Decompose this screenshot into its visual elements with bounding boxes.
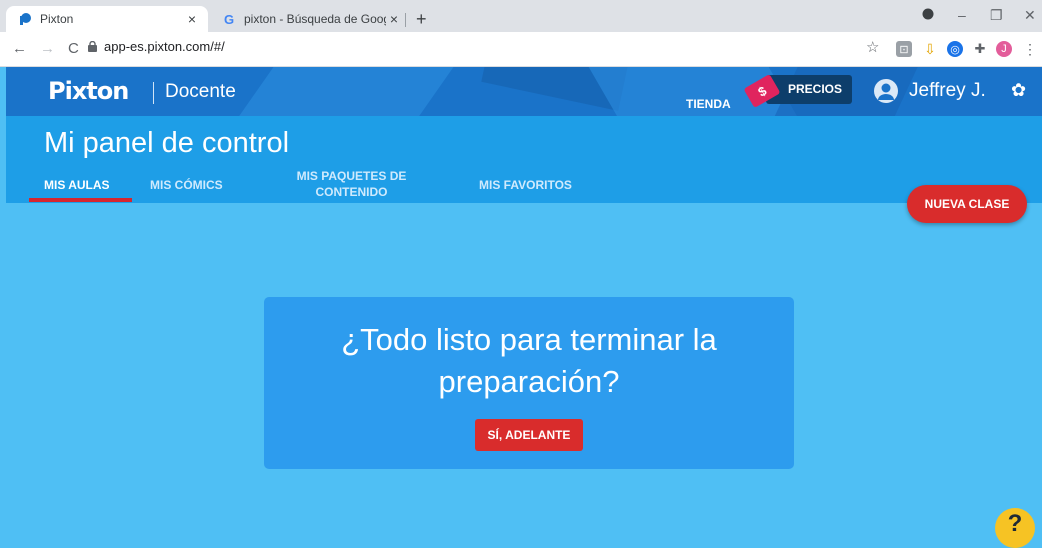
gear-icon[interactable]: ✿ bbox=[1011, 80, 1026, 101]
tab-mis-aulas[interactable]: MIS AULAS bbox=[44, 178, 110, 192]
profile-avatar[interactable]: J bbox=[996, 41, 1012, 57]
download-extension-icon[interactable]: ⇩ bbox=[922, 41, 938, 57]
back-button[interactable]: ← bbox=[12, 40, 27, 57]
help-button[interactable]: ? bbox=[995, 508, 1035, 548]
minimize-button[interactable]: – bbox=[958, 7, 966, 23]
dashboard-header: Mi panel de control MIS AULAS MIS CÓMICS… bbox=[6, 116, 1042, 203]
extension-icon[interactable]: ◎ bbox=[947, 41, 963, 57]
close-window-button[interactable]: ✕ bbox=[1024, 7, 1036, 24]
tab-close-icon[interactable]: × bbox=[386, 11, 402, 27]
lock-icon[interactable] bbox=[88, 40, 97, 55]
user-name[interactable]: Jeffrey J. bbox=[909, 80, 986, 102]
browser-menu-icon[interactable]: ⋮ bbox=[1022, 41, 1038, 57]
setup-heading: ¿Todo listo para terminar la preparación… bbox=[341, 322, 717, 399]
role-label: Docente bbox=[165, 81, 236, 102]
browser-toolbar: ← → C app-es.pixton.com/#/ ☆ ⊡ ⇩ ◎ ✚ J ⋮ bbox=[0, 32, 1042, 67]
setup-prompt-card: ¿Todo listo para terminar la preparación… bbox=[264, 297, 794, 469]
google-favicon-icon: G bbox=[223, 11, 235, 27]
tab-close-icon[interactable]: × bbox=[184, 11, 200, 27]
pdf-extension-icon[interactable]: ⊡ bbox=[896, 41, 912, 57]
header-decoration bbox=[224, 67, 468, 116]
forward-button[interactable]: → bbox=[40, 40, 55, 57]
pixton-logo[interactable]: Pixton bbox=[48, 77, 129, 105]
user-avatar[interactable] bbox=[874, 79, 898, 103]
incognito-icon[interactable] bbox=[922, 7, 934, 23]
tab-separator bbox=[405, 13, 406, 27]
header-divider bbox=[153, 82, 154, 104]
restore-button[interactable]: ❐ bbox=[990, 7, 1003, 24]
tab-pixton[interactable]: Pixton × bbox=[6, 6, 208, 32]
page-title: Mi panel de control bbox=[44, 127, 290, 159]
new-class-button[interactable]: NUEVA CLASE bbox=[907, 185, 1027, 223]
yes-continue-button[interactable]: SÍ, ADELANTE bbox=[475, 419, 583, 451]
address-bar[interactable]: app-es.pixton.com/#/ bbox=[104, 39, 225, 54]
puzzle-extensions-icon[interactable]: ✚ bbox=[972, 41, 988, 57]
tab-title: pixton - Búsqueda de Google bbox=[244, 12, 386, 26]
active-tab-indicator bbox=[29, 198, 132, 202]
tab-mis-paquetes[interactable]: MIS PAQUETES DE CONTENIDO bbox=[294, 168, 409, 200]
reload-button[interactable]: C bbox=[68, 40, 79, 57]
tab-google[interactable]: G pixton - Búsqueda de Google × bbox=[210, 6, 410, 32]
store-link[interactable]: TIENDA bbox=[686, 97, 731, 111]
browser-tab-bar: Pixton × G pixton - Búsqueda de Google ×… bbox=[0, 0, 1042, 32]
bookmark-star-icon[interactable]: ☆ bbox=[866, 38, 879, 56]
new-tab-button[interactable]: + bbox=[416, 9, 427, 30]
app-header: Pixton Docente TIENDA PRECIOS $ Jeffrey … bbox=[6, 67, 1042, 116]
tab-mis-comics[interactable]: MIS CÓMICS bbox=[150, 178, 223, 192]
tab-mis-favoritos[interactable]: MIS FAVORITOS bbox=[479, 178, 572, 192]
tab-title: Pixton bbox=[40, 12, 74, 26]
pixton-favicon-icon bbox=[18, 12, 32, 26]
prices-label: PRECIOS bbox=[788, 82, 843, 96]
